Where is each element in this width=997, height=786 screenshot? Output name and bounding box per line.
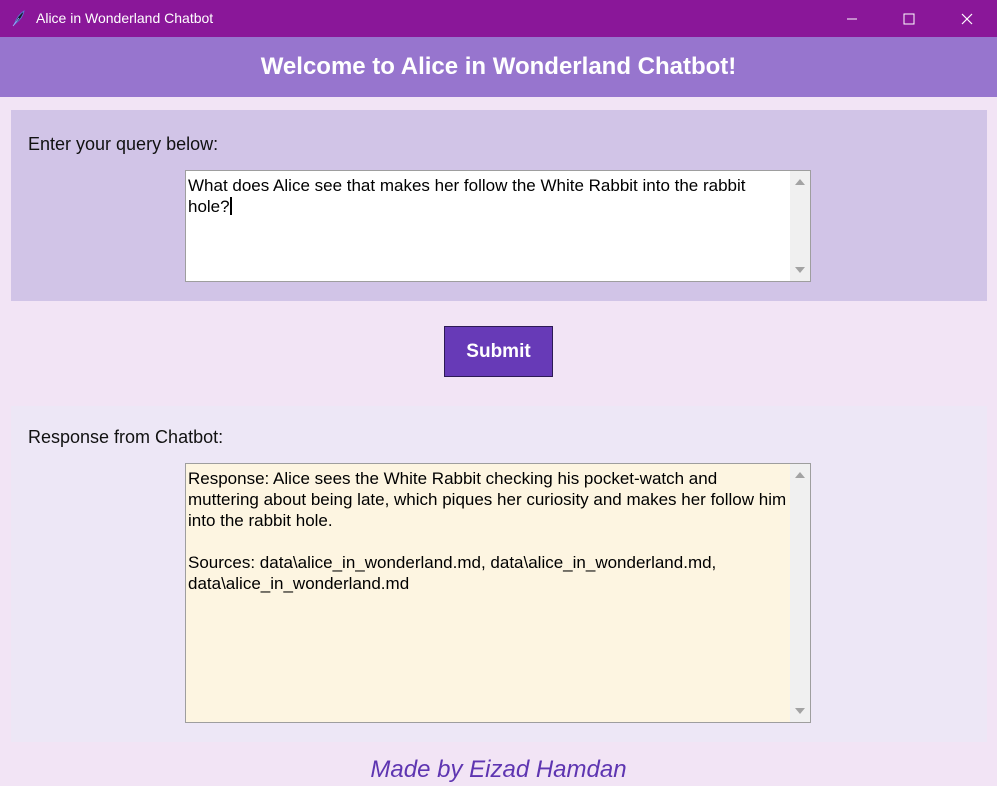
query-panel: Enter your query below: What does Alice … xyxy=(11,110,987,301)
close-button[interactable] xyxy=(937,0,997,37)
query-label: Enter your query below: xyxy=(28,134,219,154)
minimize-button[interactable] xyxy=(822,0,882,37)
response-scrollbar[interactable] xyxy=(790,464,810,722)
footer-credit: Made by Eizad Hamdan xyxy=(370,756,627,783)
scroll-down-icon[interactable] xyxy=(795,708,805,714)
window-title: Alice in Wonderland Chatbot xyxy=(36,10,214,26)
query-text: What does Alice see that makes her follo… xyxy=(188,176,751,216)
page-title: Welcome to Alice in Wonderland Chatbot! xyxy=(260,53,737,80)
title-bar[interactable]: Alice in Wonderland Chatbot xyxy=(0,0,997,37)
response-label: Response from Chatbot: xyxy=(28,427,224,447)
close-icon xyxy=(961,13,973,25)
query-scrollbar[interactable] xyxy=(790,171,810,281)
header-banner: Welcome to Alice in Wonderland Chatbot! xyxy=(0,37,997,97)
scroll-up-icon[interactable] xyxy=(795,472,805,478)
minimize-icon xyxy=(846,13,858,25)
response-panel: Response from Chatbot: Response: Alice s… xyxy=(11,406,987,742)
feather-icon xyxy=(10,9,28,27)
scroll-up-icon[interactable] xyxy=(795,179,805,185)
maximize-button[interactable] xyxy=(879,0,939,37)
text-cursor xyxy=(229,197,232,215)
submit-button[interactable]: Submit xyxy=(444,326,553,377)
response-text: Response: Alice sees the White Rabbit ch… xyxy=(188,469,787,593)
query-input[interactable]: What does Alice see that makes her follo… xyxy=(185,170,811,282)
response-output[interactable]: Response: Alice sees the White Rabbit ch… xyxy=(185,463,811,723)
scroll-down-icon[interactable] xyxy=(795,267,805,273)
maximize-icon xyxy=(903,13,915,25)
